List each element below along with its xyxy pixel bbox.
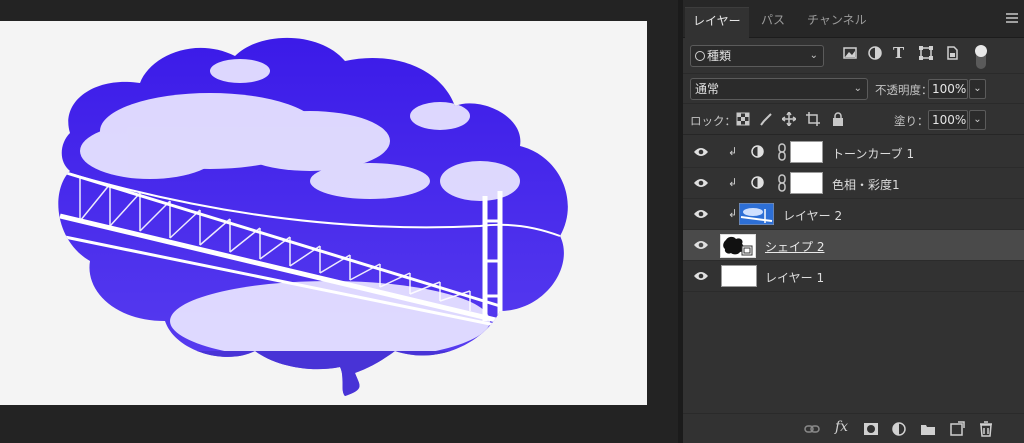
visibility-eye-icon[interactable] [694, 239, 708, 251]
type-filter-icon[interactable]: T [893, 44, 904, 62]
panel-menu-icon[interactable] [1006, 13, 1018, 23]
clipping-arrow-icon: ↲ [728, 145, 738, 158]
layer-mask-thumbnail[interactable] [790, 141, 823, 163]
visibility-eye-icon[interactable] [694, 270, 708, 282]
layer-thumbnail-shape[interactable] [720, 234, 756, 258]
clipping-arrow-icon: ↲ [728, 207, 738, 220]
filter-kind-value: 種類 [707, 49, 732, 63]
document-canvas[interactable] [0, 21, 647, 405]
link-chain-icon[interactable] [777, 174, 787, 192]
layers-panel-footer: fx [683, 413, 1024, 443]
new-adjustment-icon[interactable] [891, 421, 907, 437]
layer-row-hue-saturation[interactable]: ↲ 色相・彩度1 [683, 168, 1024, 199]
lock-label: ロック： [690, 114, 736, 128]
visibility-eye-icon[interactable] [694, 177, 708, 189]
layer-name[interactable]: トーンカーブ 1 [832, 145, 914, 162]
filter-toggle[interactable] [975, 45, 987, 69]
blend-mode-select[interactable]: 通常 ⌄ [690, 78, 868, 100]
fill-slider-toggle[interactable]: ⌄ [969, 110, 986, 130]
opacity-label: 不透明度： [875, 83, 933, 97]
adjustment-layer-icon [751, 145, 764, 158]
layer-filter-row: 種類 ⌄ T [683, 38, 1024, 73]
delete-layer-icon[interactable] [978, 421, 994, 437]
speech-bubble-artwork [58, 37, 568, 396]
panel-tab-bar: レイヤー パス チャンネル [683, 0, 1024, 38]
lock-image-pixels-icon[interactable] [759, 112, 773, 126]
lock-all-icon[interactable] [831, 112, 845, 126]
layer-thumbnail-photo[interactable] [739, 203, 774, 225]
layer-row-background-fill[interactable]: レイヤー 1 [683, 261, 1024, 292]
link-chain-icon[interactable] [777, 143, 787, 161]
fill-label: 塗り： [894, 114, 929, 128]
lock-transparent-pixels-icon[interactable] [736, 112, 750, 126]
clipping-arrow-icon: ↲ [728, 176, 738, 189]
canvas-area[interactable] [0, 0, 678, 443]
blend-row: 通常 ⌄ 不透明度： 100% ⌄ [683, 73, 1024, 103]
layers-panel: レイヤー パス チャンネル 種類 ⌄ T 通常 ⌄ 不透明度： 100% ⌄ ロ… [683, 0, 1024, 443]
layer-name[interactable]: 色相・彩度1 [832, 176, 900, 193]
fill-field[interactable]: 100% [928, 110, 968, 130]
layer-row-image[interactable]: ↲ レイヤー 2 [683, 199, 1024, 230]
smart-object-filter-icon[interactable] [944, 45, 960, 61]
layer-name[interactable]: レイヤー 1 [765, 269, 824, 286]
new-layer-icon[interactable] [949, 421, 965, 437]
visibility-eye-icon[interactable] [694, 146, 708, 158]
layer-name[interactable]: シェイプ 2 [765, 238, 824, 255]
layer-row-shape[interactable]: シェイプ 2 [683, 230, 1024, 261]
adjustment-layer-icon [751, 176, 764, 189]
layer-mask-thumbnail[interactable] [790, 172, 823, 194]
fx-icon[interactable]: fx [835, 419, 848, 435]
layer-thumbnail-fill[interactable] [721, 265, 757, 287]
new-group-icon[interactable] [920, 421, 936, 437]
visibility-eye-icon[interactable] [694, 208, 708, 220]
add-mask-icon[interactable] [863, 421, 879, 437]
link-layers-icon[interactable] [804, 421, 820, 437]
tab-layers[interactable]: レイヤー [685, 7, 749, 38]
layer-list: ↲ トーンカーブ 1 ↲ 色相・彩度1 ↲ レイヤー 2 シェイプ 2 レイヤー… [683, 137, 1024, 297]
chevron-down-icon: ⌄ [809, 50, 818, 61]
blend-mode-value: 通常 [695, 82, 720, 96]
adjustment-filter-icon[interactable] [867, 45, 883, 61]
image-filter-icon[interactable] [842, 45, 858, 61]
tab-paths[interactable]: パス [753, 7, 793, 38]
opacity-slider-toggle[interactable]: ⌄ [969, 79, 986, 99]
opacity-field[interactable]: 100% [928, 79, 968, 99]
lock-artboard-icon[interactable] [806, 112, 820, 126]
filter-kind-select[interactable]: 種類 ⌄ [690, 45, 824, 67]
search-icon [695, 51, 705, 61]
lock-position-icon[interactable] [782, 112, 796, 126]
tab-channels[interactable]: チャンネル [799, 7, 875, 38]
shape-filter-icon[interactable] [918, 45, 934, 61]
chevron-down-icon: ⌄ [853, 83, 862, 94]
layer-row-tone-curve[interactable]: ↲ トーンカーブ 1 [683, 137, 1024, 168]
lock-row: ロック： 塗り： 100% ⌄ [683, 103, 1024, 135]
layer-name[interactable]: レイヤー 2 [783, 207, 842, 224]
